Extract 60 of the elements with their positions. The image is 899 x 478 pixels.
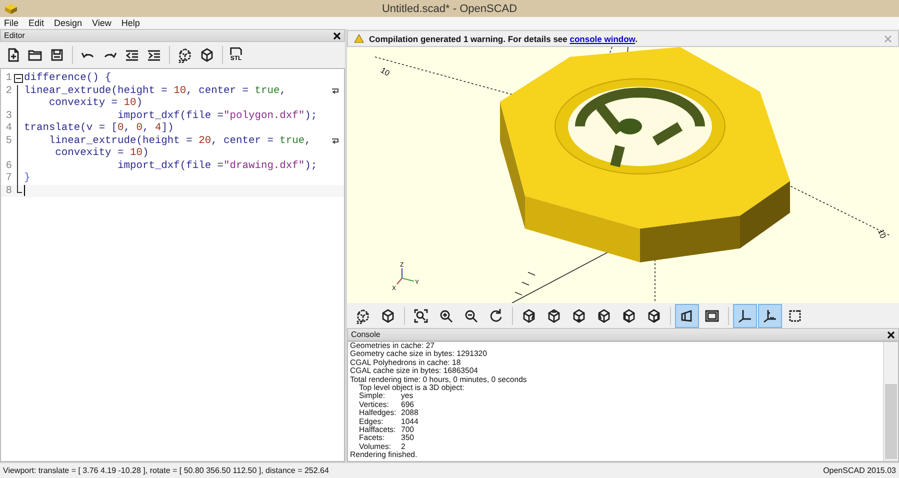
front-view-icon — [621, 308, 637, 324]
close-icon[interactable] — [333, 32, 341, 40]
menu-item[interactable]: File — [4, 18, 19, 28]
code-line: translate(v = [0, 0, 4]) — [24, 122, 174, 134]
preview-icon — [355, 308, 371, 324]
axis-indicator-icon — [396, 268, 414, 285]
show-axes-icon — [737, 308, 753, 324]
code-line: import_dxf(file ="drawing.dxf"); — [116, 160, 318, 172]
window-title: Untitled.scad* - OpenSCAD — [382, 2, 518, 14]
menu-item[interactable]: View — [92, 18, 112, 28]
right-view-icon — [521, 308, 537, 324]
close-icon[interactable] — [887, 330, 895, 338]
preview-icon — [177, 47, 193, 63]
reset-view-icon — [488, 308, 504, 324]
menu-item[interactable]: Edit — [28, 18, 44, 28]
code-line: difference() { — [24, 72, 112, 84]
viewport-status-text: Viewport: translate = [ 3.76 4.19 -10.28 ], rotate = [ 50.80 356.50 112.50 ], distance = 252.64 — [3, 466, 329, 475]
scrollbar-thumb[interactable] — [885, 384, 897, 459]
editor-title: Editor — [4, 31, 25, 40]
fold-toggle-icon[interactable] — [14, 74, 22, 83]
back-view-icon — [646, 308, 662, 324]
line-number: 1 — [4, 72, 12, 84]
orthogonal-icon — [704, 308, 720, 324]
render-icon — [199, 47, 215, 63]
left-view-icon — [596, 308, 612, 324]
scale-markers-button[interactable] — [758, 304, 782, 328]
line-number: 6 — [4, 160, 12, 172]
zoom-out-icon — [463, 308, 479, 324]
code-line: convexity = 10) — [48, 97, 143, 110]
console-window-link[interactable]: console window — [570, 34, 636, 44]
code-line: } — [24, 172, 30, 184]
code-line: linear_extrude(height = 10, center = true, — [24, 84, 286, 97]
perspective-button[interactable] — [675, 304, 699, 328]
code-line: convexity = 10) — [54, 147, 149, 160]
warning-message: Compilation generated 1 warning. For details see console window. — [369, 34, 638, 44]
show-axes-button[interactable] — [733, 304, 757, 328]
line-number: 8 — [4, 184, 12, 197]
menu-item[interactable]: Help — [121, 18, 140, 28]
zoom-in-icon — [438, 308, 454, 324]
line-number: 7 — [4, 172, 12, 184]
top-view-icon — [546, 308, 562, 324]
version-text: OpenSCAD 2015.03 — [823, 466, 896, 475]
scale-markers-icon — [762, 308, 778, 324]
view-all-icon — [413, 308, 429, 324]
show-edges-icon — [787, 308, 803, 324]
warning-icon — [354, 34, 364, 43]
render-icon — [380, 308, 396, 324]
code-line: linear_extrude(height = 20, center = true, — [48, 134, 311, 147]
bottom-view-icon — [571, 308, 587, 324]
line-number: 4 — [4, 122, 12, 134]
code-line: import_dxf(file ="polygon.dxf"); — [116, 110, 318, 122]
line-number: 5 — [4, 134, 12, 147]
scrollbar[interactable] — [883, 342, 898, 461]
export-stl-icon — [230, 47, 242, 56]
app-logo-icon — [4, 2, 18, 14]
menu-item[interactable]: Design — [54, 18, 82, 28]
line-number: 2 — [4, 84, 12, 97]
save-icon — [49, 47, 65, 63]
console-title: Console — [351, 330, 380, 339]
line-number: 3 — [4, 110, 12, 122]
